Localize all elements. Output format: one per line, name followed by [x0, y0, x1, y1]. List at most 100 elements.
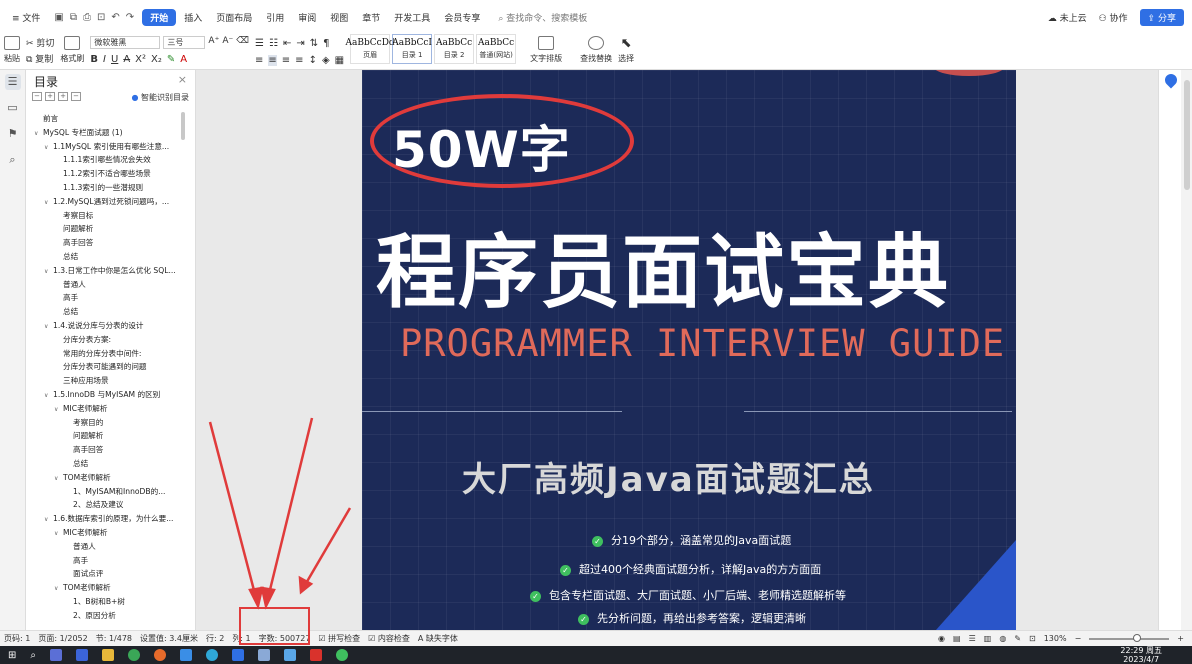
undo-icon[interactable]: ↶	[111, 12, 119, 23]
toc-item[interactable]: 2、原因分析	[26, 609, 186, 623]
text-layout-button[interactable]: 文字排版	[530, 34, 562, 64]
justify-icon[interactable]: ≡	[295, 55, 303, 66]
missing-font-button[interactable]: A 缺失字体	[418, 633, 458, 644]
toc-scrollbar[interactable]	[181, 112, 185, 140]
toc-item[interactable]: 总结	[26, 305, 186, 319]
sort-icon[interactable]: ⇅	[310, 38, 318, 49]
align-right-icon[interactable]: ≡	[282, 55, 290, 66]
toc-item[interactable]: 1.1.3索引的一些潜规则	[26, 181, 186, 195]
chevron-down-icon[interactable]: ∨	[44, 141, 53, 154]
toc-item[interactable]: ∨ 1.1MySQL 索引使用有哪些注意...	[26, 140, 186, 154]
toc-item[interactable]: ∨ 1.5.InnoDB 与MyISAM 的区别	[26, 388, 186, 402]
page-number[interactable]: 页码: 1	[4, 633, 30, 644]
folder-icon[interactable]: ▭	[5, 100, 21, 116]
zoom-out-icon[interactable]: −	[1075, 634, 1082, 643]
windows-icon[interactable]: ⊞	[8, 650, 16, 661]
search-icon[interactable]: ⌕	[5, 152, 21, 168]
chevron-down-icon[interactable]: ∨	[44, 265, 53, 278]
app-icon[interactable]	[336, 649, 348, 661]
line-spacing-icon[interactable]: ↕	[309, 55, 317, 66]
font-color-icon[interactable]: A	[180, 54, 187, 65]
toc-item[interactable]: ∨ TOM老师解析	[26, 471, 186, 485]
app-icon[interactable]	[180, 649, 192, 661]
system-clock[interactable]: 22:29 周五 2023/4/7	[1120, 646, 1192, 664]
toc-item[interactable]: 1、B树和B+树	[26, 595, 186, 609]
tab-page-layout[interactable]: 页面布局	[210, 11, 258, 24]
chevron-down-icon[interactable]: ∨	[44, 389, 53, 402]
app-icon[interactable]	[258, 649, 270, 661]
zoom-knob[interactable]	[1133, 633, 1142, 642]
font-size-select[interactable]: 三号	[163, 36, 206, 49]
collab-button[interactable]: ⚇ 协作	[1099, 11, 1128, 24]
indent-icon[interactable]: ⇥	[296, 38, 304, 49]
page-view-icon[interactable]: ▤	[953, 634, 961, 643]
bookmark-icon[interactable]: ⚑	[5, 126, 21, 142]
toc-item[interactable]: ∨ 1.6.数据库索引的原理，为什么要...	[26, 512, 186, 526]
format-painter-button[interactable]: 格式刷	[60, 34, 84, 64]
subscript-icon[interactable]: X₂	[151, 54, 162, 65]
toc-item[interactable]: 分库分表可能遇到的问题	[26, 360, 186, 374]
collapse-all-icon[interactable]: −	[32, 92, 42, 101]
outdent-icon[interactable]: ⇤	[283, 38, 291, 49]
preview-icon[interactable]: ⊡	[97, 12, 105, 23]
remove-heading-icon[interactable]: −	[71, 92, 81, 101]
tab-review[interactable]: 审阅	[292, 11, 322, 24]
border-icon[interactable]: ▦	[335, 55, 344, 66]
tab-home[interactable]: 开始	[142, 8, 177, 26]
scroll-thumb[interactable]	[1184, 80, 1190, 190]
cut-button[interactable]: ✂ 剪切	[26, 36, 54, 49]
zoom-fit-icon[interactable]: ⊡	[1029, 634, 1036, 643]
search-icon[interactable]: ⌕	[30, 650, 36, 661]
close-icon[interactable]: ×	[178, 73, 187, 86]
redo-icon[interactable]: ↷	[126, 12, 134, 23]
toc-item[interactable]: 1、MyISAM和InnoDB的...	[26, 485, 186, 499]
chevron-down-icon[interactable]: ∨	[54, 472, 63, 485]
toc-item[interactable]: 问题解析	[26, 429, 186, 443]
tab-member[interactable]: 会员专享	[438, 11, 486, 24]
document-area[interactable]: 50W字 程序员面试宝典 PROGRAMMER INTERVIEW GUIDE …	[196, 70, 1158, 630]
highlight-icon[interactable]: ✎	[167, 54, 175, 65]
folder-icon[interactable]	[102, 649, 114, 661]
font-grow-icon[interactable]: A⁺	[208, 36, 219, 49]
tab-chapter[interactable]: 章节	[356, 11, 386, 24]
select-button[interactable]: ⬉ 选择	[618, 34, 634, 64]
copy-button[interactable]: ⧉ 复制	[26, 52, 54, 65]
find-replace-button[interactable]: 查找替换	[580, 34, 612, 64]
toc-item[interactable]: 高手回答	[26, 443, 186, 457]
toc-panel-icon[interactable]: ☰	[4, 74, 21, 90]
underline-icon[interactable]: U	[111, 54, 118, 65]
shading-icon[interactable]: ◈	[322, 55, 330, 66]
bold-icon[interactable]: B	[90, 54, 98, 65]
zoom-in-icon[interactable]: +	[1177, 634, 1184, 643]
chevron-down-icon[interactable]: ∨	[54, 582, 63, 595]
read-view-icon[interactable]: ▥	[984, 634, 992, 643]
toc-item[interactable]: ∨ 1.4.说说分库与分表的设计	[26, 319, 186, 333]
edge-icon[interactable]	[206, 649, 218, 661]
add-heading-icon[interactable]: +	[58, 92, 68, 101]
tab-view[interactable]: 视图	[324, 11, 354, 24]
setting-value[interactable]: 设置值: 3.4厘米	[140, 633, 198, 644]
chevron-down-icon[interactable]: ∨	[44, 513, 53, 526]
share-button[interactable]: ⇪ 分享	[1139, 8, 1184, 26]
toc-item[interactable]: 考察目标	[26, 209, 186, 223]
toc-item[interactable]: 三种应用场景	[26, 374, 186, 388]
spell-check-button[interactable]: ☑ 拼写检查	[318, 633, 360, 644]
toc-item[interactable]: ∨ MIC老师解析	[26, 402, 186, 416]
bullets-icon[interactable]: ☰	[255, 38, 264, 49]
toc-item[interactable]: 高手	[26, 554, 186, 568]
style-toc-2[interactable]: AaBbCc 目录 2	[434, 34, 475, 64]
app-icon[interactable]	[232, 649, 244, 661]
toc-item[interactable]: ∨ MySQL 专栏面试题 (1)	[26, 126, 186, 140]
clear-format-icon[interactable]: ⌫	[236, 36, 249, 49]
content-check-button[interactable]: ☑ 内容检查	[368, 633, 410, 644]
align-center-icon[interactable]: ≡	[268, 54, 277, 66]
web-view-icon[interactable]: ◍	[999, 634, 1006, 643]
toc-item[interactable]: 前言	[26, 112, 186, 126]
chrome-icon[interactable]	[128, 649, 140, 661]
numbering-icon[interactable]: ☷	[269, 38, 278, 49]
eye-icon[interactable]: ◉	[938, 634, 945, 643]
outline-view-icon[interactable]: ☰	[969, 634, 976, 643]
toc-item[interactable]: 2、总结及建议	[26, 498, 186, 512]
strikethrough-icon[interactable]: A	[123, 54, 130, 65]
command-search[interactable]: ⌕ 查找命令、搜索模板	[498, 11, 587, 24]
